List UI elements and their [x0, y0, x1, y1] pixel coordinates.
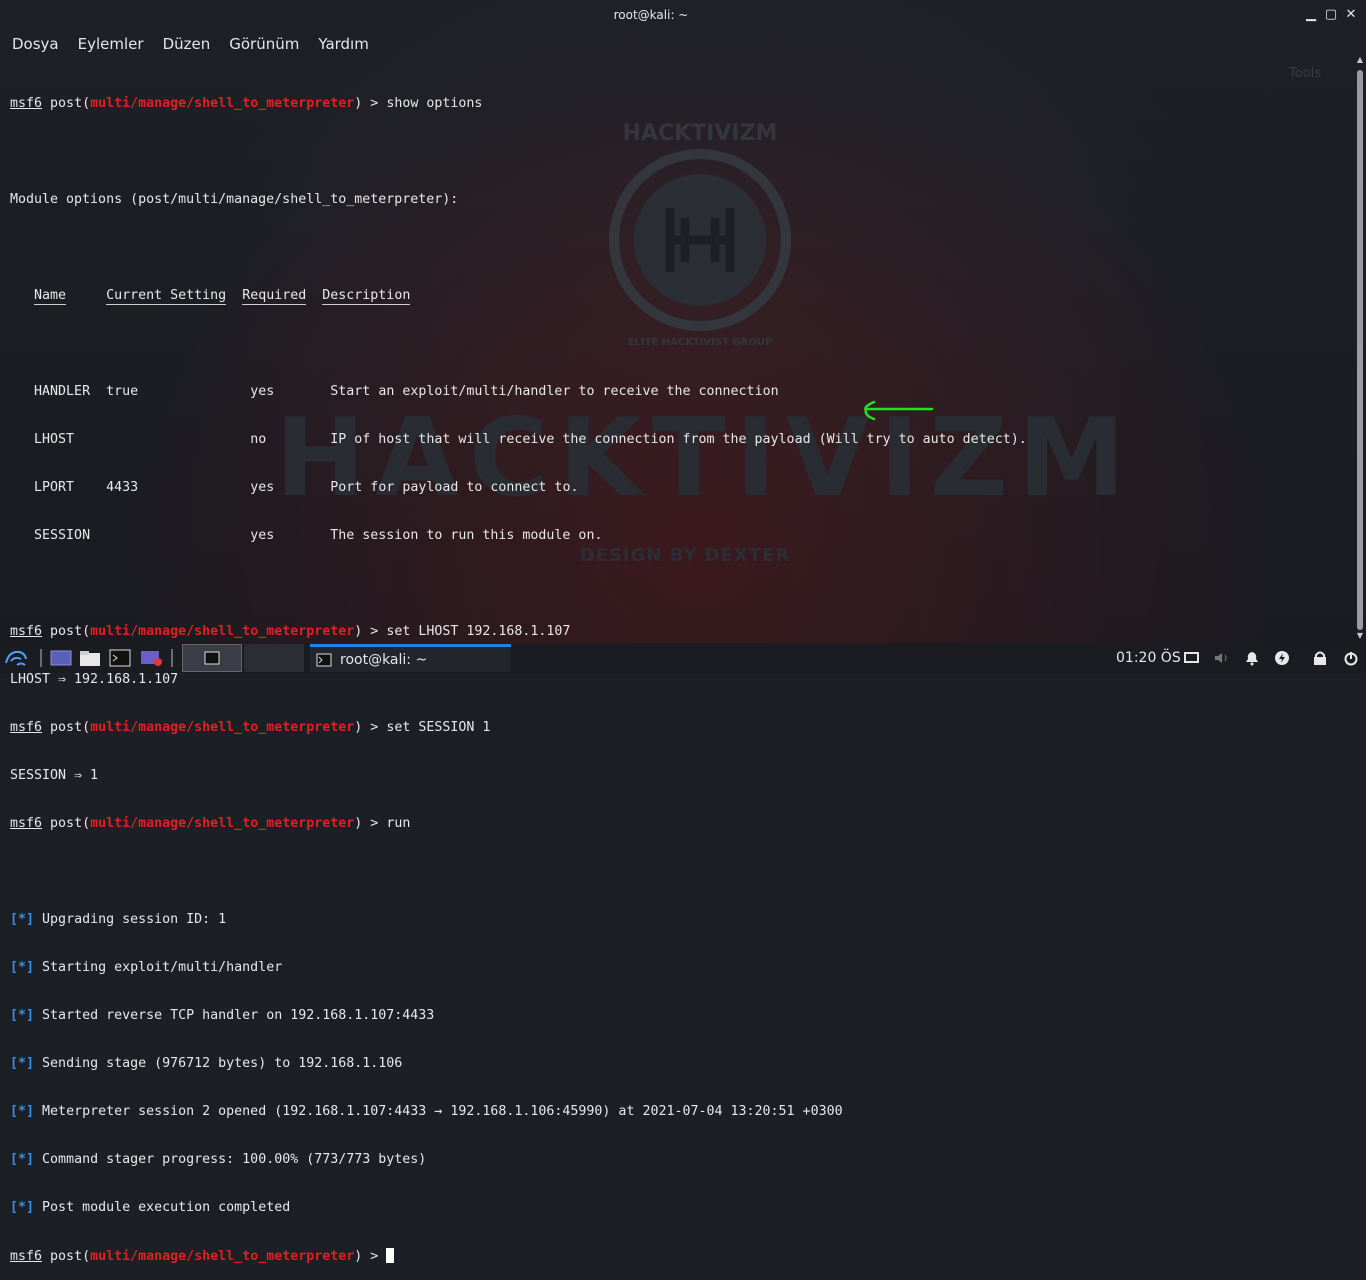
terminal-line: msf6 post(multi/manage/shell_to_meterpre…	[10, 624, 571, 639]
window-titlebar[interactable]: root@kali: ~ ▁ ▢ ✕	[0, 0, 1366, 32]
menu-bar: Dosya Eylemler Düzen Görünüm Yardım	[0, 32, 378, 56]
kali-menu-icon[interactable]	[2, 647, 30, 669]
status-line: [*] Upgrading session ID: 1	[10, 912, 227, 927]
status-line: [*] Starting exploit/multi/handler	[10, 960, 283, 975]
terminal-line: SESSION ⇒ 1	[10, 768, 99, 783]
terminal-line: LHOST ⇒ 192.168.1.107	[10, 672, 179, 687]
prompt-user: msf6	[10, 96, 43, 111]
prompt-module: multi/manage/shell_to_meterpreter	[90, 96, 355, 111]
terminal-window-icon	[316, 653, 332, 666]
command-text: show options	[386, 96, 483, 111]
show-desktop-icon[interactable]	[49, 647, 73, 669]
status-line: [*] Post module execution completed	[10, 1200, 291, 1215]
display-icon[interactable]	[1183, 647, 1201, 669]
options-table-row: SESSION yes The session to run this modu…	[34, 528, 603, 543]
screen-recorder-icon[interactable]	[139, 647, 163, 669]
menu-help[interactable]: Yardım	[308, 32, 378, 56]
file-manager-icon[interactable]	[78, 647, 102, 669]
options-table-row: LHOST no IP of host that will receive th…	[34, 432, 1027, 447]
terminal-line: msf6 post(multi/manage/shell_to_meterpre…	[10, 816, 411, 831]
terminal-scrollbar[interactable]: ▲ ▼	[1354, 56, 1366, 640]
header-description: Description	[322, 288, 411, 305]
header-name: Name	[34, 288, 67, 305]
status-line: [*] Started reverse TCP handler on 192.1…	[10, 1008, 435, 1023]
terminal-output[interactable]: msf6 post(multi/manage/shell_to_meterpre…	[10, 64, 1350, 1264]
taskbar-window-button[interactable]: root@kali: ~	[310, 644, 511, 672]
menu-edit[interactable]: Düzen	[153, 32, 220, 56]
maximize-button[interactable]: ▢	[1324, 6, 1338, 24]
taskbar: root@kali: ~ 01:20 ÖS	[0, 643, 1366, 673]
taskbar-separator	[171, 649, 173, 667]
power-manager-icon[interactable]	[1273, 647, 1291, 669]
lock-icon[interactable]	[1311, 647, 1329, 669]
terminal-line: msf6 post(multi/manage/shell_to_meterpre…	[10, 720, 491, 735]
status-line: [*] Sending stage (976712 bytes) to 192.…	[10, 1056, 403, 1071]
options-table-row: HANDLER true yes Start an exploit/multi/…	[34, 384, 779, 399]
scroll-down-icon[interactable]: ▼	[1356, 632, 1364, 640]
status-line: [*] Meterpreter session 2 opened (192.16…	[10, 1104, 843, 1119]
header-setting: Current Setting	[106, 288, 227, 305]
terminal-line: msf6 post(multi/manage/shell_to_meterpre…	[10, 96, 483, 111]
options-table-row: LPORT 4433 yes Port for payload to conne…	[34, 480, 579, 495]
terminal-launcher-icon[interactable]	[108, 647, 132, 669]
annotation-arrow-icon	[864, 400, 934, 421]
menu-view[interactable]: Görünüm	[219, 32, 308, 56]
window-controls: ▁ ▢ ✕	[1304, 6, 1358, 24]
notifications-icon[interactable]	[1243, 647, 1261, 669]
prompt-kind: post	[50, 96, 83, 111]
workspace-2[interactable]	[244, 644, 304, 672]
menu-actions[interactable]: Eylemler	[68, 32, 153, 56]
options-table-header: Name Current Setting Required Descriptio…	[10, 288, 1350, 305]
module-options-title: Module options (post/multi/manage/shell_…	[10, 192, 459, 207]
close-button[interactable]: ✕	[1344, 6, 1358, 24]
status-line: [*] Command stager progress: 100.00% (77…	[10, 1152, 427, 1167]
workspace-1[interactable]	[182, 644, 242, 672]
terminal-line: msf6 post(multi/manage/shell_to_meterpre…	[10, 1248, 1350, 1264]
scroll-up-icon[interactable]: ▲	[1356, 56, 1364, 64]
header-required: Required	[242, 288, 307, 305]
window-title: root@kali: ~	[613, 8, 689, 22]
clock[interactable]: 01:20 ÖS	[1116, 650, 1181, 666]
scrollbar-thumb[interactable]	[1357, 70, 1363, 630]
volume-icon[interactable]	[1213, 647, 1231, 669]
logout-icon[interactable]	[1341, 647, 1361, 669]
taskbar-separator	[40, 649, 42, 667]
minimize-button[interactable]: ▁	[1304, 6, 1318, 24]
text-cursor	[386, 1248, 395, 1263]
taskbar-window-label: root@kali: ~	[340, 651, 428, 668]
menu-file[interactable]: Dosya	[0, 32, 68, 56]
